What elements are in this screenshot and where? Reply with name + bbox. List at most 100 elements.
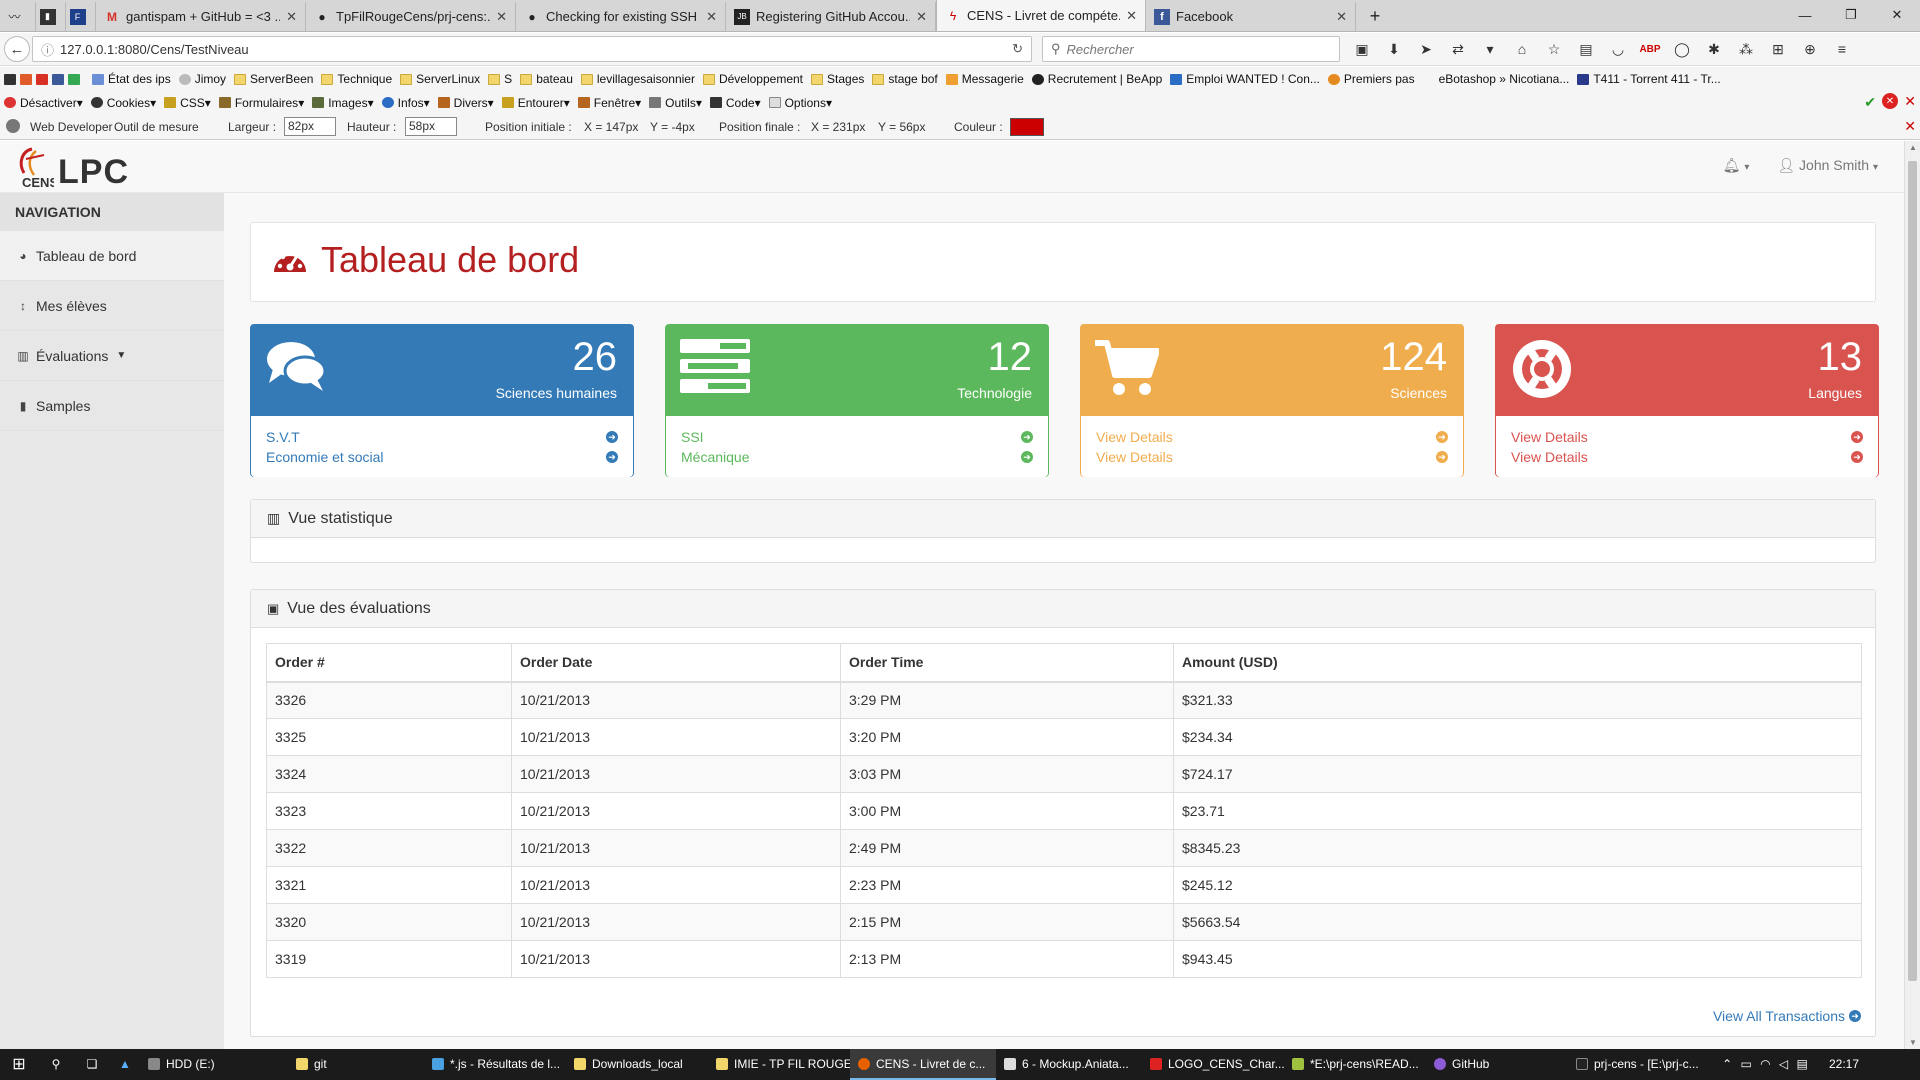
color-swatch[interactable]	[1010, 118, 1044, 136]
taskbar-item[interactable]: 6 - Mockup.Aniata...	[996, 1049, 1142, 1080]
bug-icon[interactable]: ✱	[1700, 36, 1728, 62]
facebook-icon[interactable]	[52, 73, 64, 85]
taskbar-item[interactable]: IMIE - TP FIL ROUGE	[708, 1049, 850, 1080]
bookmark-item[interactable]: eBotashop » Nicotiana...	[1422, 72, 1569, 86]
stat-link[interactable]: S.V.T ➜	[266, 427, 618, 447]
close-icon[interactable]: ✕	[286, 9, 297, 25]
bookmark-item[interactable]: Jimoy	[178, 72, 226, 86]
webdev-menu-forms[interactable]: Formulaires ▾	[218, 96, 304, 110]
bookmark-item[interactable]: Stages	[811, 72, 864, 86]
search-input[interactable]: ⚲ Rechercher	[1042, 36, 1340, 62]
sidebar-item-samples[interactable]: ▮ Samples	[0, 381, 224, 431]
table-row[interactable]: 3321 10/21/2013 2:23 PM $245.12	[266, 866, 1862, 904]
sidebar-item-evaluations[interactable]: ▥ Évaluations ▼	[0, 331, 224, 381]
webdev-menu-cookies[interactable]: Cookies ▾	[90, 96, 156, 110]
notifications-dropdown[interactable]: 🔔︎ ▾	[1723, 157, 1750, 174]
table-row[interactable]: 3326 10/21/2013 3:29 PM $321.33	[266, 681, 1862, 719]
taskbar-item[interactable]: *.js - Résultats de l...	[424, 1049, 566, 1080]
footprint-icon[interactable]: ⁂	[1732, 36, 1760, 62]
bookmark-item[interactable]: Développement	[702, 72, 803, 86]
battery-icon[interactable]: ▭	[1741, 1057, 1752, 1071]
stat-link[interactable]: View Details ➜	[1511, 427, 1863, 447]
notification-icon[interactable]: ▤	[1796, 1057, 1807, 1071]
app-icon[interactable]	[4, 73, 16, 85]
bookmark-item[interactable]: Premiers pas	[1327, 72, 1415, 86]
tab-facebook[interactable]: f Facebook ✕	[1146, 2, 1356, 31]
chevron-down-icon[interactable]: ▾	[1476, 36, 1504, 62]
webdev-menu-window[interactable]: Fenêtre ▾	[577, 96, 641, 110]
stat-link[interactable]: SSI ➜	[681, 427, 1033, 447]
user-menu[interactable]: 👤︎ John Smith ▾	[1777, 157, 1878, 174]
bookmark-item[interactable]: ServerLinux	[400, 72, 480, 86]
task-view-icon[interactable]: ❏	[74, 1049, 110, 1080]
close-window-icon[interactable]: ✕	[1874, 0, 1920, 30]
table-row[interactable]: 3322 10/21/2013 2:49 PM $8345.23	[266, 829, 1862, 867]
close-icon[interactable]: ✕	[1336, 9, 1347, 25]
tab-pinned-1[interactable]: 〰	[0, 2, 36, 31]
bookmark-item[interactable]: S	[488, 72, 512, 86]
bookmark-item[interactable]: Recrutement | BeApp	[1031, 72, 1162, 86]
table-row[interactable]: 3323 10/21/2013 3:00 PM $23.71	[266, 792, 1862, 830]
scroll-down-icon[interactable]: ▼	[1909, 1038, 1917, 1047]
taskbar-item[interactable]: prj-cens - [E:\prj-c...	[1568, 1049, 1710, 1080]
width-field[interactable]: 82px	[284, 117, 336, 136]
table-row[interactable]: 3325 10/21/2013 3:20 PM $234.34	[266, 718, 1862, 756]
bookmark-item[interactable]: Technique	[321, 72, 392, 86]
drive-icon[interactable]	[68, 73, 80, 85]
minimize-icon[interactable]: —	[1782, 0, 1828, 30]
webdev-menu-images[interactable]: Images ▾	[312, 96, 374, 110]
app-icon[interactable]	[20, 73, 32, 85]
adblock-icon[interactable]: ABP	[1636, 36, 1664, 62]
bookmark-item[interactable]: Emploi WANTED ! Con...	[1170, 72, 1320, 86]
sidebar-item-dashboard[interactable]: ◕ Tableau de bord	[0, 231, 224, 281]
table-row[interactable]: 3319 10/21/2013 2:13 PM $943.45	[266, 940, 1862, 978]
tab-pinned-3[interactable]: F	[66, 2, 96, 31]
table-row[interactable]: 3320 10/21/2013 2:15 PM $5663.54	[266, 903, 1862, 941]
close-icon[interactable]: ✕	[1904, 118, 1916, 135]
webdev-menu-tools[interactable]: Outils ▾	[649, 96, 702, 110]
taskbar-item[interactable]: LOGO_CENS_Char...	[1142, 1049, 1284, 1080]
menu-icon[interactable]: ≡	[1828, 36, 1856, 62]
close-icon[interactable]: ✕	[706, 9, 717, 25]
height-field[interactable]: 58px	[405, 117, 457, 136]
download-icon[interactable]: ⬇	[1380, 36, 1408, 62]
webdev-menu-css[interactable]: CSS ▾	[164, 96, 211, 110]
bookmark-item[interactable]: État des ips	[92, 72, 171, 86]
close-icon[interactable]: ✕	[1126, 8, 1137, 24]
library-icon[interactable]: ▤	[1572, 36, 1600, 62]
reload-icon[interactable]: ↻	[1012, 41, 1023, 57]
network-icon[interactable]: ⊞	[1764, 36, 1792, 62]
stat-link[interactable]: View Details ➜	[1096, 427, 1448, 447]
check-icon[interactable]: ✔	[1864, 94, 1876, 111]
bookmark-item[interactable]: Messagerie	[945, 72, 1024, 86]
chat-icon[interactable]: ◯	[1668, 36, 1696, 62]
column-header[interactable]: Order Date	[511, 643, 841, 683]
send-icon[interactable]: ➤	[1412, 36, 1440, 62]
stat-link[interactable]: View Details ➜	[1511, 447, 1863, 467]
screenshot-icon[interactable]: ▣	[1348, 36, 1376, 62]
taskbar-item[interactable]: *E:\prj-cens\READ...	[1284, 1049, 1426, 1080]
error-icon[interactable]: ✕	[1882, 93, 1898, 109]
app-pinned-icon[interactable]: ▲	[110, 1049, 140, 1080]
webdev-menu-disable[interactable]: Désactiver ▾	[4, 96, 83, 110]
vertical-scrollbar[interactable]: ▲ ▼	[1904, 141, 1920, 1049]
search-icon[interactable]: ⚲	[38, 1049, 74, 1080]
home-icon[interactable]: ⌂	[1508, 36, 1536, 62]
taskbar-item[interactable]: Downloads_local	[566, 1049, 708, 1080]
webdev-menu-outline[interactable]: Entourer ▾	[501, 96, 570, 110]
taskbar-item-active[interactable]: CENS - Livret de c...	[850, 1049, 996, 1080]
taskbar-item[interactable]: GitHub	[1426, 1049, 1568, 1080]
tab-github-repo[interactable]: ● TpFilRougeCens/prj-cens:... ✕	[306, 2, 516, 31]
maximize-icon[interactable]: ❐	[1828, 0, 1874, 30]
globe-icon[interactable]: ⊕	[1796, 36, 1824, 62]
webdev-menu-misc[interactable]: Divers ▾	[437, 96, 494, 110]
chevron-up-icon[interactable]: ⌃	[1722, 1057, 1732, 1071]
table-row[interactable]: 3324 10/21/2013 3:03 PM $724.17	[266, 755, 1862, 793]
stat-link[interactable]: Mécanique ➜	[681, 447, 1033, 467]
stat-link[interactable]: Economie et social ➜	[266, 447, 618, 467]
taskbar-item[interactable]: HDD (E:)	[140, 1049, 288, 1080]
stat-link[interactable]: View Details ➜	[1096, 447, 1448, 467]
wifi-icon[interactable]: ◠	[1760, 1057, 1770, 1071]
pocket-icon[interactable]: ◡	[1604, 36, 1632, 62]
volume-icon[interactable]: ◁	[1779, 1057, 1788, 1071]
